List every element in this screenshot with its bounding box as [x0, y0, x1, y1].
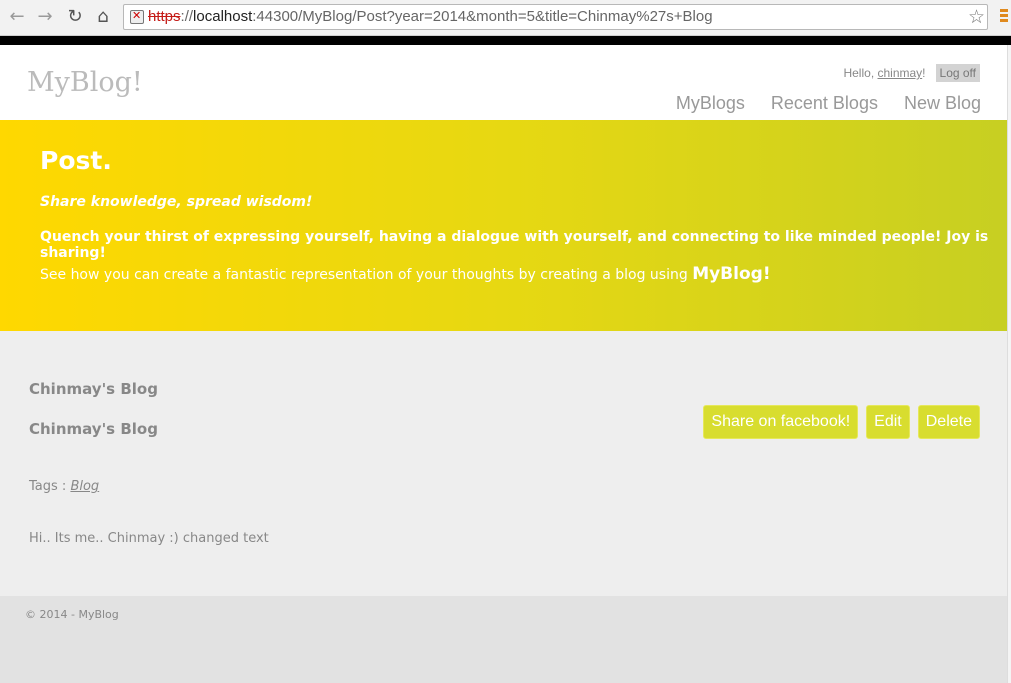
bookmark-star-icon[interactable]: ☆ — [968, 6, 985, 28]
page-title: Post. — [40, 146, 112, 175]
url-separator: :// — [180, 8, 194, 25]
home-icon[interactable]: ⌂ — [92, 6, 114, 28]
hello-text: Hello, — [843, 66, 878, 80]
site-footer: © 2014 - MyBlog — [0, 596, 1007, 683]
banner-cta: See how you can create a fantastic repre… — [40, 264, 771, 284]
post-actions: Share on facebook! Edit Delete — [703, 405, 980, 439]
address-bar[interactable]: https://localhost:44300/MyBlog/Post?year… — [123, 4, 988, 30]
page-top-bar — [0, 36, 1011, 45]
post-body: Hi.. Its me.. Chinmay :) changed text — [29, 531, 269, 546]
logoff-button[interactable]: Log off — [935, 64, 980, 82]
forward-icon[interactable]: → — [34, 6, 56, 28]
url-host: localhost — [193, 8, 253, 25]
login-area: Hello, chinmay! Log off — [843, 64, 980, 82]
url-path: :44300/MyBlog/Post?year=2014&month=5&tit… — [252, 8, 713, 25]
copyright-text: © 2014 - MyBlog — [25, 608, 119, 621]
insecure-lock-icon[interactable] — [130, 9, 144, 24]
site-logo[interactable]: MyBlog! — [27, 67, 143, 98]
menu-item-myblogs[interactable]: MyBlogs — [676, 93, 745, 114]
banner-brand: MyBlog! — [692, 264, 771, 284]
post-subtitle: Chinmay's Blog — [29, 420, 158, 438]
tag-link[interactable]: Blog — [70, 479, 99, 494]
menu-item-recent-blogs[interactable]: Recent Blogs — [771, 93, 878, 114]
post-tags: Tags : Blog — [29, 479, 99, 494]
tags-label: Tags : — [29, 479, 71, 494]
browser-toolbar: ← → ↻ ⌂ https://localhost:44300/MyBlog/P… — [0, 0, 1011, 36]
hello-exclaim: ! — [922, 66, 926, 80]
back-icon[interactable]: ← — [6, 6, 28, 28]
url-scheme: https — [148, 8, 181, 25]
post-content: Chinmay's Blog Chinmay's Blog Tags : Blo… — [0, 331, 1007, 596]
username-link[interactable]: chinmay — [877, 66, 922, 80]
site-header: MyBlog! Hello, chinmay! Log off MyBlogs R… — [0, 45, 1007, 120]
browser-menu-icon[interactable] — [1000, 9, 1008, 25]
edit-button[interactable]: Edit — [866, 405, 910, 439]
share-facebook-button[interactable]: Share on facebook! — [703, 405, 859, 439]
delete-button[interactable]: Delete — [917, 405, 980, 439]
reload-icon[interactable]: ↻ — [64, 6, 86, 28]
scrollbar[interactable] — [1007, 45, 1011, 683]
featured-banner: Post. Share knowledge, spread wisdom! Qu… — [0, 120, 1007, 331]
post-title: Chinmay's Blog — [29, 380, 158, 398]
main-menu: MyBlogs Recent Blogs New Blog — [676, 93, 981, 114]
banner-cta-text: See how you can create a fantastic repre… — [40, 267, 693, 283]
banner-tagline: Share knowledge, spread wisdom! — [40, 194, 313, 210]
banner-description: Quench your thirst of expressing yoursel… — [40, 229, 989, 261]
url-text[interactable]: https://localhost:44300/MyBlog/Post?year… — [148, 8, 713, 25]
menu-item-new-blog[interactable]: New Blog — [904, 93, 981, 114]
